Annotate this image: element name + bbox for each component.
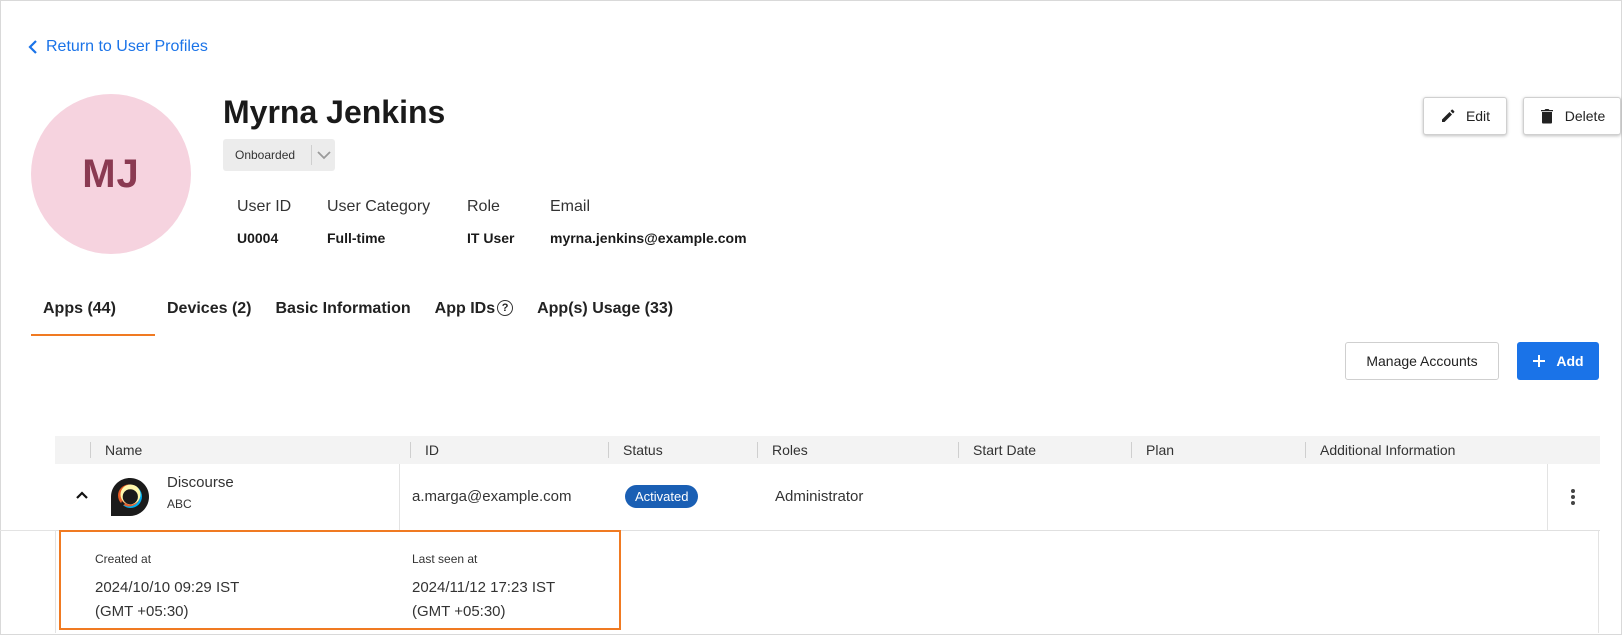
- column-divider: [1547, 464, 1548, 530]
- column-separator: [410, 442, 411, 458]
- delete-button[interactable]: Delete: [1523, 97, 1621, 135]
- last-seen-value: 2024/11/12 17:23 IST (GMT +05:30): [412, 576, 555, 624]
- edit-button-label: Edit: [1465, 108, 1491, 124]
- help-icon[interactable]: ?: [497, 300, 514, 316]
- column-header-roles[interactable]: Roles: [772, 436, 808, 464]
- field-value: U0004: [237, 230, 279, 246]
- detail-border-right: [1598, 530, 1599, 633]
- status-dropdown[interactable]: Onboarded: [223, 139, 335, 171]
- add-button-label: Add: [1556, 353, 1584, 369]
- field-value: Full-time: [327, 230, 386, 246]
- chevron-down-icon[interactable]: [312, 150, 335, 160]
- field-user-category: User Category Full-time: [327, 198, 430, 246]
- detail-border-left: [55, 530, 56, 633]
- column-header-status[interactable]: Status: [623, 436, 663, 464]
- tab-bar: Apps (44) Devices (2) Basic Information …: [31, 290, 685, 336]
- column-header-start-date[interactable]: Start Date: [973, 436, 1036, 464]
- tab-devices[interactable]: Devices (2): [155, 290, 264, 336]
- pencil-icon: [1441, 109, 1455, 122]
- plus-icon: [1533, 355, 1546, 367]
- column-divider: [399, 464, 400, 530]
- more-vertical-icon[interactable]: [1570, 488, 1576, 506]
- return-link-label: Return to User Profiles: [46, 38, 208, 55]
- add-button[interactable]: Add: [1517, 342, 1599, 380]
- created-at-timezone: (GMT +05:30): [95, 603, 189, 620]
- field-label: Email: [550, 198, 591, 215]
- manage-accounts-button[interactable]: Manage Accounts: [1345, 342, 1499, 380]
- created-at-value: 2024/10/10 09:29 IST (GMT +05:30): [95, 576, 239, 624]
- created-at-label: Created at: [95, 552, 152, 566]
- edit-button[interactable]: Edit: [1423, 97, 1507, 135]
- tab-basic-information[interactable]: Basic Information: [264, 290, 423, 336]
- tab-app-ids[interactable]: App IDs?: [423, 290, 525, 336]
- last-seen-timezone: (GMT +05:30): [412, 603, 506, 620]
- chevron-left-icon: [28, 40, 37, 54]
- column-header-additional-information[interactable]: Additional Information: [1320, 436, 1455, 464]
- manage-accounts-label: Manage Accounts: [1366, 353, 1478, 369]
- field-label: User ID: [237, 198, 292, 215]
- column-header-id[interactable]: ID: [425, 436, 439, 464]
- column-separator: [958, 442, 959, 458]
- column-separator: [90, 442, 91, 458]
- field-role: Role IT User: [467, 198, 514, 246]
- row-separator: [0, 530, 55, 531]
- tab-label: Apps (44): [43, 300, 116, 317]
- user-name: Myrna Jenkins: [223, 94, 446, 130]
- app-account-details: Created at 2024/10/10 09:29 IST (GMT +05…: [59, 530, 621, 630]
- app-name[interactable]: Discourse: [167, 474, 234, 491]
- discourse-logo-icon: [111, 478, 149, 516]
- tab-label: Basic Information: [275, 300, 411, 317]
- column-separator: [1305, 442, 1306, 458]
- trash-icon: [1540, 109, 1553, 124]
- column-separator: [757, 442, 758, 458]
- tab-label: App IDs: [434, 300, 496, 317]
- tab-label: Devices (2): [167, 300, 252, 317]
- avatar-initials: MJ: [82, 151, 140, 196]
- delete-button-label: Delete: [1564, 108, 1606, 124]
- last-seen-datetime: 2024/11/12 17:23 IST: [412, 579, 556, 596]
- role-value: Administrator: [775, 488, 864, 505]
- column-separator: [608, 442, 609, 458]
- avatar: MJ: [31, 94, 191, 254]
- field-user-id: User ID U0004: [237, 198, 291, 246]
- app-subtitle: ABC: [167, 497, 192, 511]
- status-badge: Activated: [625, 485, 699, 508]
- return-link[interactable]: Return to User Profiles: [28, 38, 208, 56]
- status-dropdown-value: Onboarded: [235, 148, 296, 162]
- last-seen-label: Last seen at: [412, 552, 478, 566]
- account-id: a.marga@example.com: [412, 488, 572, 505]
- field-value: IT User: [467, 230, 515, 246]
- tab-app-usage[interactable]: App(s) Usage (33): [525, 290, 685, 336]
- field-email: Email myrna.jenkins@example.com: [550, 198, 747, 246]
- tab-label: App(s) Usage (33): [537, 300, 674, 317]
- field-value: myrna.jenkins@example.com: [550, 230, 747, 246]
- table-header: Name ID Status Roles Start Date Plan Add…: [55, 436, 1600, 464]
- field-label: Role: [467, 198, 500, 215]
- table-row: Discourse ABC a.marga@example.com Activa…: [55, 464, 1600, 531]
- column-header-name[interactable]: Name: [105, 436, 142, 464]
- tab-apps[interactable]: Apps (44): [31, 290, 155, 336]
- column-separator: [1131, 442, 1132, 458]
- column-header-plan[interactable]: Plan: [1146, 436, 1174, 464]
- chevron-up-icon[interactable]: [75, 490, 89, 500]
- created-at-datetime: 2024/10/10 09:29 IST: [95, 579, 240, 596]
- field-label: User Category: [327, 198, 431, 215]
